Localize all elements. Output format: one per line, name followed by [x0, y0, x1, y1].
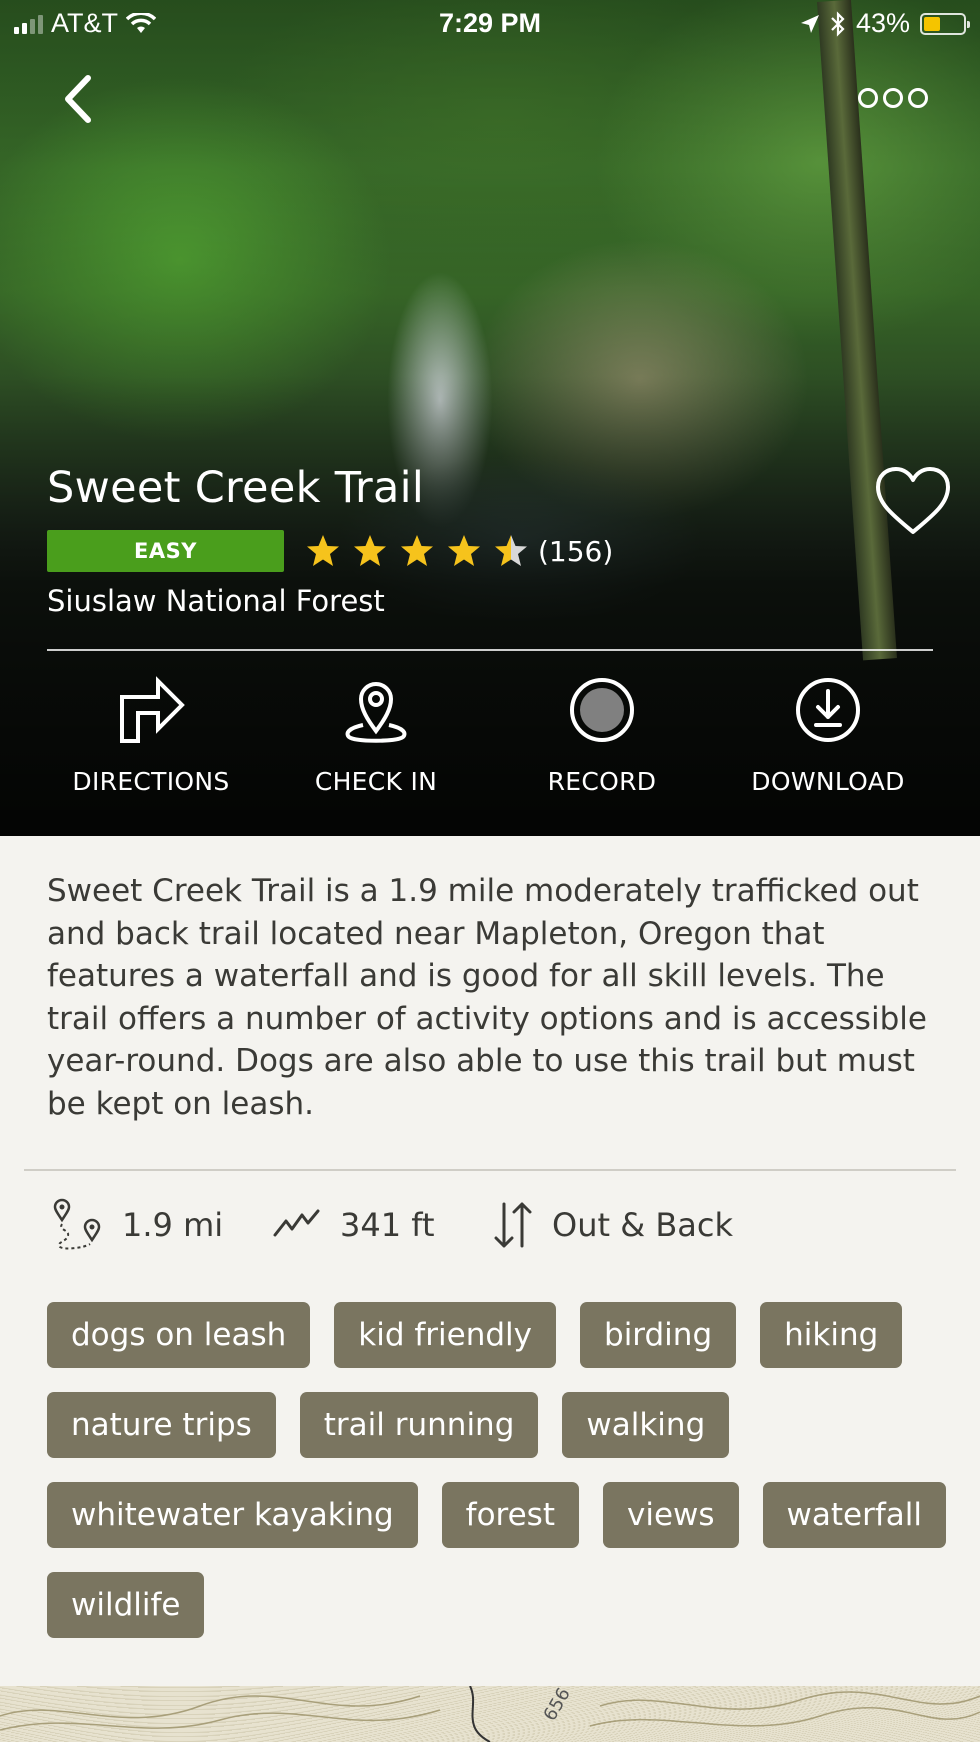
elevation-stat: 341 ft — [272, 1198, 435, 1252]
record-icon — [570, 678, 634, 742]
record-label: RECORD — [547, 767, 657, 796]
star-icon — [307, 535, 339, 566]
trail-map-preview[interactable]: 656 — [0, 1686, 980, 1742]
review-count[interactable]: (156) — [538, 535, 613, 568]
star-rating — [306, 534, 528, 568]
record-button[interactable]: RECORD — [492, 675, 712, 796]
directions-icon — [120, 676, 185, 743]
more-dot-icon — [858, 88, 878, 108]
route-type-stat: Out & Back — [490, 1198, 733, 1252]
download-label: DOWNLOAD — [751, 767, 905, 796]
activity-tag[interactable]: wildlife — [47, 1572, 205, 1638]
star-icon — [495, 535, 527, 566]
map-pin-icon — [345, 682, 407, 743]
tag-list: dogs on leash kid friendly birding hiking na… — [47, 1302, 947, 1638]
back-button[interactable] — [60, 74, 94, 128]
battery-percent: 43% — [855, 8, 910, 38]
area-name[interactable]: Siuslaw National Forest — [47, 584, 385, 618]
directions-label: DIRECTIONS — [72, 767, 230, 796]
elevation-value: 341 ft — [340, 1206, 435, 1244]
chevron-left-icon — [65, 75, 91, 123]
activity-tag[interactable]: nature trips — [47, 1392, 276, 1458]
rating-row: EASY (156) — [47, 530, 613, 572]
divider — [24, 1169, 956, 1171]
star-icon — [401, 535, 433, 566]
activity-tag[interactable]: hiking — [760, 1302, 903, 1368]
distance-stat: 1.9 mi — [50, 1198, 223, 1252]
distance-value: 1.9 mi — [122, 1206, 224, 1244]
trail-stats: 1.9 mi 341 ft Out & Back — [50, 1198, 930, 1252]
divider — [47, 649, 933, 651]
check-in-label: CHECK IN — [314, 767, 438, 796]
more-options-button[interactable] — [858, 88, 928, 108]
activity-tag[interactable]: trail running — [299, 1392, 539, 1458]
topo-contours — [0, 1686, 980, 1742]
activity-tag[interactable]: forest — [441, 1482, 579, 1548]
battery-icon — [920, 12, 970, 35]
location-arrow-icon — [800, 14, 819, 33]
star-icon — [354, 535, 386, 566]
more-dot-icon — [908, 88, 928, 108]
route-type-value: Out & Back — [552, 1206, 733, 1244]
more-dot-icon — [883, 88, 903, 108]
out-and-back-icon — [494, 1202, 532, 1248]
bluetooth-icon — [831, 10, 845, 37]
activity-tag[interactable]: waterfall — [762, 1482, 946, 1548]
activity-tag[interactable]: views — [602, 1482, 739, 1548]
activity-tag[interactable]: dogs on leash — [47, 1302, 311, 1368]
check-in-button[interactable]: CHECK IN — [266, 675, 486, 796]
trail-description: Sweet Creek Trail is a 1.9 mile moderate… — [47, 873, 927, 1122]
status-bar: AT&T 7:29 PM 43% — [0, 0, 980, 50]
activity-tag[interactable]: walking — [562, 1392, 730, 1458]
activity-tag[interactable]: birding — [580, 1302, 737, 1368]
star-icon — [448, 535, 480, 566]
route-distance-icon — [53, 1198, 101, 1250]
activity-tag[interactable]: kid friendly — [334, 1302, 557, 1368]
trail-title: Sweet Creek Trail — [47, 463, 425, 513]
download-button[interactable]: DOWNLOAD — [718, 675, 938, 796]
difficulty-badge: EASY — [47, 530, 284, 572]
elevation-icon — [273, 1209, 320, 1237]
favorite-button[interactable] — [874, 466, 952, 540]
download-icon — [796, 678, 860, 742]
heart-icon — [876, 467, 950, 534]
directions-button[interactable]: DIRECTIONS — [41, 675, 261, 796]
activity-tag[interactable]: whitewater kayaking — [47, 1482, 418, 1548]
